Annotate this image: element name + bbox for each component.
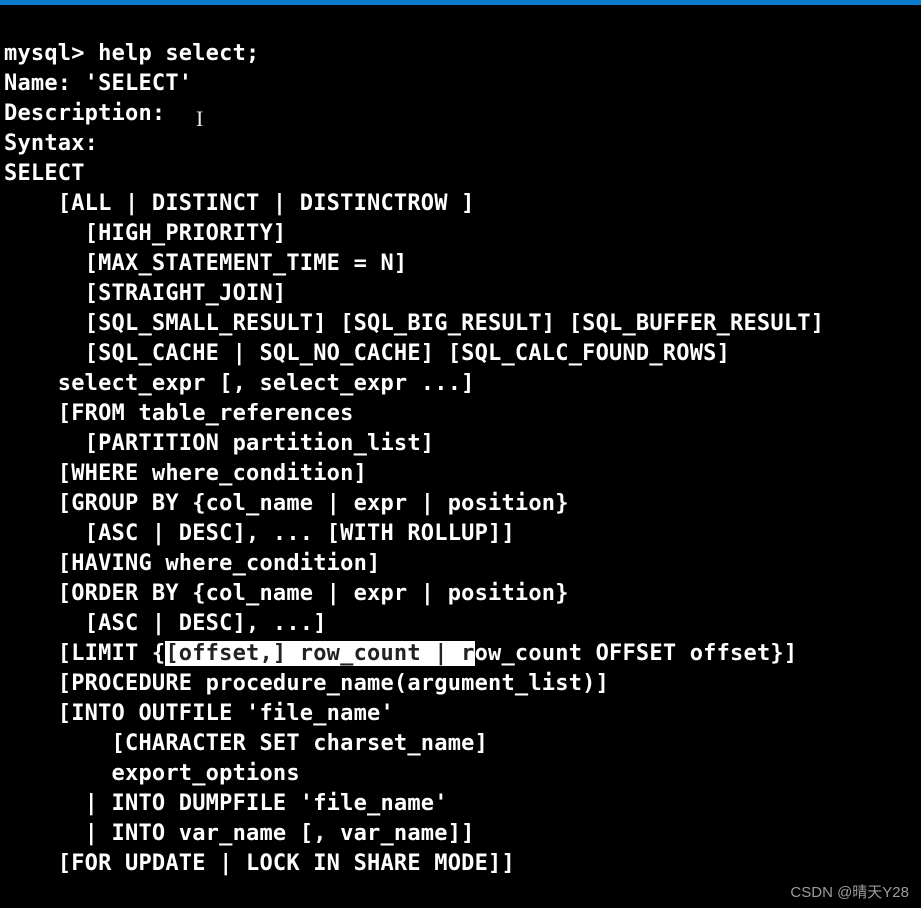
syntax-line: [CHARACTER SET charset_name]: [4, 731, 488, 756]
syntax-line: [FROM table_references: [4, 401, 354, 426]
help-name-line: Name: 'SELECT': [4, 71, 192, 96]
help-description-line: Description:: [4, 101, 165, 126]
syntax-line: [WHERE where_condition]: [4, 461, 367, 486]
text-cursor-icon: I: [196, 104, 204, 134]
syntax-line: | INTO var_name [, var_name]]: [4, 821, 475, 846]
syntax-line: export_options: [4, 761, 300, 786]
syntax-line: [FOR UPDATE | LOCK IN SHARE MODE]]: [4, 851, 515, 876]
syntax-line: [PROCEDURE procedure_name(argument_list)…: [4, 671, 609, 696]
prompt-text: mysql>: [4, 41, 98, 66]
limit-line-prefix: [LIMIT {: [4, 641, 165, 666]
select-keyword: SELECT: [4, 161, 85, 186]
syntax-line: [INTO OUTFILE 'file_name': [4, 701, 394, 726]
syntax-line: [ORDER BY {col_name | expr | position}: [4, 581, 569, 606]
syntax-line: | INTO DUMPFILE 'file_name': [4, 791, 448, 816]
syntax-line: [ALL | DISTINCT | DISTINCTROW ]: [4, 191, 475, 216]
terminal-area[interactable]: mysql> help select; Name: 'SELECT' Descr…: [0, 5, 921, 908]
syntax-line: [STRAIGHT_JOIN]: [4, 281, 286, 306]
limit-line-suffix: ow_count OFFSET offset}]: [475, 641, 798, 666]
syntax-line: [HAVING where_condition]: [4, 551, 380, 576]
help-syntax-line: Syntax:: [4, 131, 98, 156]
syntax-line: [GROUP BY {col_name | expr | position}: [4, 491, 569, 516]
syntax-line: [MAX_STATEMENT_TIME = N]: [4, 251, 407, 276]
syntax-line: [HIGH_PRIORITY]: [4, 221, 286, 246]
syntax-line: [SQL_CACHE | SQL_NO_CACHE] [SQL_CALC_FOU…: [4, 341, 730, 366]
syntax-line: [PARTITION partition_list]: [4, 431, 434, 456]
watermark-text: CSDN @晴天Y28: [790, 881, 909, 902]
syntax-line: [ASC | DESC], ... [WITH ROLLUP]]: [4, 521, 515, 546]
command-text: help select;: [98, 41, 259, 66]
selected-text: [offset,] row_count | r: [165, 641, 474, 666]
syntax-line: select_expr [, select_expr ...]: [4, 371, 475, 396]
syntax-line: [ASC | DESC], ...]: [4, 611, 327, 636]
syntax-line: [SQL_SMALL_RESULT] [SQL_BIG_RESULT] [SQL…: [4, 311, 824, 336]
